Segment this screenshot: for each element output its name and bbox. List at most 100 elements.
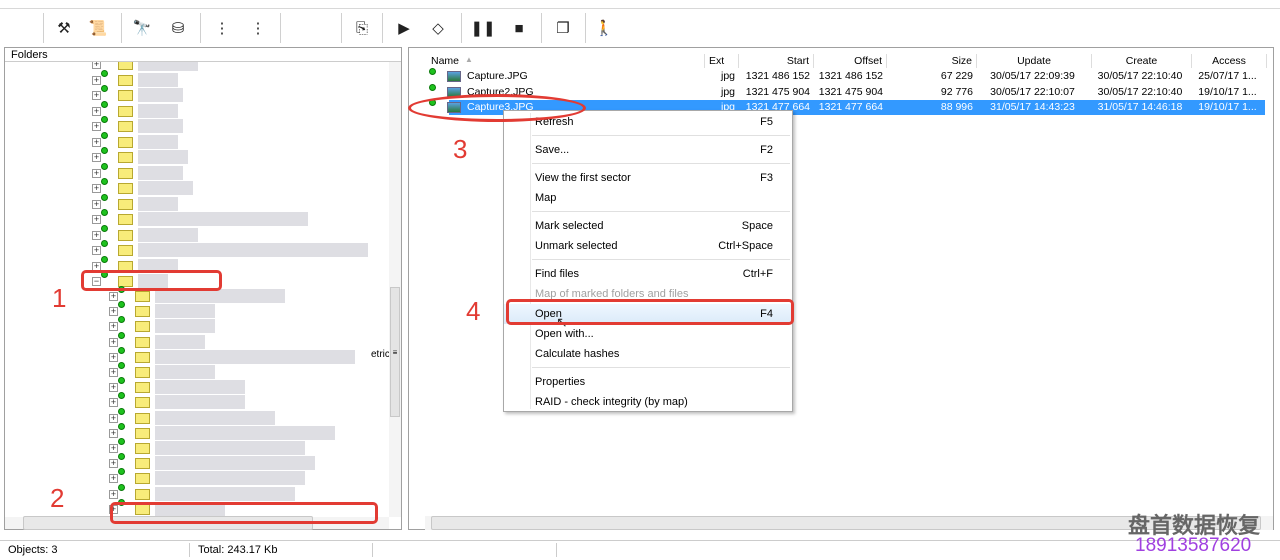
tree-node[interactable]: + (5, 178, 389, 196)
tree-node[interactable]: + (5, 407, 389, 426)
tree-node[interactable]: + (5, 362, 389, 380)
column-header-access[interactable]: Access (1192, 54, 1267, 68)
tree-node[interactable]: + (5, 162, 389, 181)
menu-item-view-the-first-sector[interactable]: View the first sector F3 (504, 168, 792, 188)
tree-node[interactable]: + (5, 116, 389, 134)
expand-toggle[interactable]: + (109, 474, 118, 484)
tree-vertical-scrollbar[interactable]: ≡ (389, 62, 401, 517)
expand-toggle[interactable]: + (109, 428, 118, 438)
expand-toggle[interactable]: + (109, 368, 118, 377)
expand-toggle[interactable]: + (109, 398, 118, 408)
expand-toggle[interactable]: + (92, 137, 101, 147)
expand-toggle[interactable]: + (92, 184, 101, 193)
tree-node[interactable]: + (5, 193, 389, 212)
column-header-create[interactable]: Create (1092, 54, 1192, 68)
menu-item-find-files[interactable]: Find files Ctrl+F (504, 264, 792, 284)
cell-create: 31/05/17 14:46:18 (1097, 101, 1183, 113)
menu-item-shortcut: F5 (760, 116, 773, 128)
expand-toggle[interactable]: + (92, 168, 101, 178)
expand-toggle[interactable]: + (109, 292, 118, 301)
stop-button[interactable]: ■ (508, 17, 530, 39)
tree-node[interactable]: + (5, 438, 389, 456)
status-empty (373, 543, 557, 557)
tree-node[interactable]: + (5, 69, 389, 88)
folder-icon (135, 367, 150, 378)
windows-button[interactable]: ❐ (552, 17, 574, 39)
decision-tree-icon: ◇ (432, 20, 444, 37)
cell-start: 1321 486 152 (745, 70, 810, 82)
blurred-folder-name (155, 456, 315, 471)
tree-node[interactable]: + (5, 240, 389, 258)
expand-toggle[interactable]: + (109, 383, 118, 393)
column-header-offset[interactable]: Offset (814, 54, 887, 68)
tree-node[interactable]: + (5, 422, 389, 441)
tree-node[interactable]: + (5, 85, 389, 103)
folder-icon (118, 74, 133, 86)
expand-toggle[interactable]: + (92, 75, 101, 85)
column-header-size[interactable]: Size (887, 54, 977, 68)
expand-toggle[interactable]: + (92, 230, 101, 240)
expand-toggle[interactable]: + (109, 459, 118, 469)
play-button[interactable]: ▶ (393, 17, 415, 39)
column-header-start[interactable]: Start (739, 54, 814, 68)
disk-scan-button[interactable]: ⛁ (167, 17, 189, 39)
expand-toggle[interactable]: + (109, 444, 118, 453)
tree-node[interactable]: + (5, 377, 389, 395)
expand-toggle[interactable]: + (109, 307, 118, 317)
binoculars-button[interactable]: 🔭 (131, 17, 153, 39)
tree-node[interactable]: + (5, 453, 389, 471)
info-scroll-button[interactable]: 📜 (87, 17, 109, 39)
annotation-number: 3 (453, 134, 468, 164)
export-button[interactable]: ⎘ (351, 17, 373, 39)
expand-toggle[interactable]: + (92, 199, 101, 209)
tree-node[interactable]: + (5, 331, 389, 350)
status-dot-icon (118, 301, 125, 309)
folder-icon (135, 336, 150, 348)
blurred-folder-name (155, 395, 245, 410)
expand-toggle[interactable]: + (109, 489, 118, 499)
tree-node[interactable]: + (5, 209, 389, 227)
column-header-ext[interactable]: Ext (705, 54, 739, 68)
expand-toggle[interactable]: + (109, 352, 118, 362)
menu-item-raid-check-integrity-by-map[interactable]: RAID - check integrity (by map) (504, 392, 792, 412)
expand-toggle[interactable]: + (109, 337, 118, 347)
menu-item-map[interactable]: Map (504, 188, 792, 208)
expand-toggle[interactable]: + (92, 62, 101, 69)
cell-size: 92 776 (940, 85, 973, 98)
decision-tree-button[interactable]: ◇ (427, 17, 449, 39)
expand-toggle[interactable]: + (109, 413, 118, 423)
tree-node[interactable]: + (5, 224, 389, 243)
scrollbar-thumb[interactable]: ≡ (390, 287, 400, 417)
status-dot-icon (118, 331, 125, 339)
expand-toggle[interactable]: + (92, 153, 101, 162)
tools-button[interactable]: ⚒ (53, 17, 75, 39)
column-header-update[interactable]: Update (977, 54, 1092, 68)
menu-item-open-with[interactable]: Open with... (504, 324, 792, 344)
tree-node[interactable]: + (5, 100, 389, 119)
menu-item-label: Calculate hashes (535, 348, 620, 360)
expand-toggle[interactable]: + (92, 122, 101, 131)
menu-item-mark-selected[interactable]: Mark selected Space (504, 216, 792, 236)
menu-item-properties[interactable]: Properties (504, 372, 792, 392)
status-dot-icon (101, 255, 108, 263)
expand-toggle[interactable]: + (92, 215, 101, 224)
cell-name: Capture.JPG (467, 70, 528, 82)
pause-button[interactable]: ❚❚ (470, 17, 495, 39)
tree-node[interactable]: + (5, 316, 389, 334)
partition-list-button[interactable]: ⋮ (211, 17, 233, 39)
menu-item-unmark-selected[interactable]: Unmark selected Ctrl+Space (504, 236, 792, 256)
menu-item-calculate-hashes[interactable]: Calculate hashes (504, 344, 792, 364)
expand-toggle[interactable]: + (92, 91, 101, 100)
exit-button[interactable]: 🚶 (593, 17, 615, 39)
expand-toggle[interactable]: + (92, 246, 101, 255)
expand-toggle[interactable]: + (109, 322, 118, 332)
menu-item-label: Unmark selected (535, 240, 618, 252)
tree-node[interactable]: + (5, 62, 389, 72)
tree-node[interactable]: + (5, 147, 389, 165)
tree-node[interactable]: + (5, 131, 389, 150)
tree-node[interactable]: + (5, 392, 389, 410)
partition-tree-button[interactable]: ⋮ (247, 17, 269, 39)
menu-item-save[interactable]: Save... F2 (504, 140, 792, 160)
tree-node[interactable]: + (5, 346, 389, 365)
expand-toggle[interactable]: + (92, 106, 101, 116)
